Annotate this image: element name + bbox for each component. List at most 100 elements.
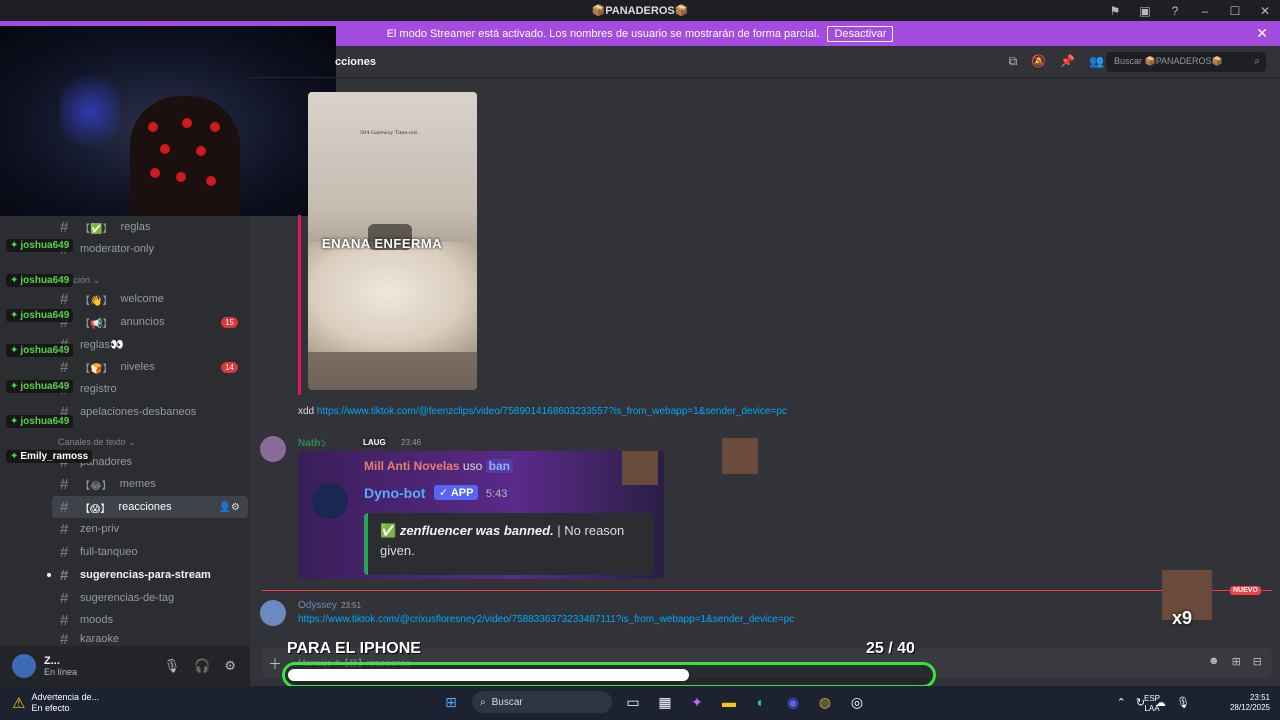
channel-sugerencias-tag[interactable]: # sugerencias-de-tag bbox=[52, 587, 248, 609]
category-label[interactable]: Canales de texto ⌄ bbox=[58, 437, 136, 448]
channel-sugerencias-stream[interactable]: # sugerencias-para-stream bbox=[52, 564, 248, 586]
edge-icon[interactable]: ◐ bbox=[750, 691, 772, 713]
channel-niveles[interactable]: # 【🍞】 niveles 14 bbox=[52, 356, 248, 378]
chrome-icon[interactable]: ◎ bbox=[846, 691, 868, 713]
message-link[interactable]: https://www.tiktok.com/@feenzclips/video… bbox=[317, 406, 787, 417]
clock[interactable]: 23:51 28/12/2025 bbox=[1230, 693, 1270, 713]
warning-icon: ⚠ bbox=[12, 695, 26, 712]
search-icon: ⌕ bbox=[480, 696, 486, 708]
stream-chat-user: ✦ Emily_ramoss bbox=[6, 450, 93, 463]
window-title: 📦PANADEROS📦 bbox=[591, 5, 689, 17]
channel-reacciones[interactable]: # 【😱】 reacciones 👤⚙ bbox=[52, 496, 248, 518]
message-time: 5:43 bbox=[486, 488, 508, 500]
avatar[interactable] bbox=[260, 600, 286, 626]
light-glow bbox=[60, 66, 120, 156]
search-icon: ⌕ bbox=[1254, 56, 1260, 67]
titlebar-controls: ⚑ ▣ ? – ☐ ✕ bbox=[1100, 0, 1280, 21]
message-text: xdd https://www.tiktok.com/@feenzclips/v… bbox=[298, 406, 787, 417]
search-input[interactable]: Buscar 📦PANADEROS📦 ⌕ bbox=[1106, 51, 1266, 72]
task-view-icon[interactable]: ▭ bbox=[622, 691, 644, 713]
pin-icon[interactable]: 📌 bbox=[1060, 54, 1075, 69]
microphone-icon[interactable]: 🎙 bbox=[164, 658, 181, 674]
taskbar-search[interactable]: ⌕ Buscar bbox=[472, 691, 612, 713]
channel-anuncios[interactable]: # 【📢】 anuncios 15 bbox=[52, 311, 248, 333]
add-attachment-icon[interactable]: ＋ bbox=[268, 654, 282, 674]
channel-apelaciones[interactable]: # apelaciones-desbaneos bbox=[52, 401, 248, 423]
mask-dot bbox=[206, 176, 216, 186]
stream-chat-user: ✦ joshua649 bbox=[6, 415, 74, 428]
close-banner-icon[interactable]: ✕ bbox=[1256, 25, 1268, 42]
taskbar: ⚠ Advertencia de... En efecto ⊞ ⌕ Buscar ▭… bbox=[0, 686, 1280, 720]
gift-icon[interactable]: ☻ bbox=[1208, 655, 1220, 668]
screen-icon[interactable]: ▣ bbox=[1130, 4, 1160, 18]
ban-card: ✅ zenfluencer was banned. | No reason gi… bbox=[364, 513, 654, 575]
headphones-icon[interactable]: 🎧 bbox=[194, 658, 210, 674]
inbox-icon[interactable]: ⚑ bbox=[1100, 4, 1130, 18]
channel-memes[interactable]: # 【😂】 memes bbox=[52, 473, 248, 495]
emoji-icon[interactable]: ⊟ bbox=[1253, 655, 1262, 668]
mention-badge: 15 bbox=[221, 316, 238, 328]
settings-icon[interactable]: ⚙ bbox=[224, 658, 236, 674]
discord-icon[interactable]: ◉ bbox=[782, 691, 804, 713]
avatar bbox=[312, 483, 348, 519]
app-badge: ✓ APP bbox=[434, 485, 479, 500]
start-icon[interactable]: ⊞ bbox=[440, 691, 462, 713]
mask-dot bbox=[160, 144, 170, 154]
banner-message: El modo Streamer está activado. Los nomb… bbox=[386, 27, 820, 40]
mask-dot bbox=[210, 122, 220, 132]
channel-reglas-eyes[interactable]: #reglas👀 bbox=[52, 333, 248, 355]
weather-widget[interactable]: ⚠ Advertencia de... En efecto bbox=[12, 692, 99, 714]
channel-moderator-only[interactable]: #moderator-only bbox=[52, 238, 248, 260]
channel-welcome[interactable]: # 【👋】 welcome bbox=[52, 288, 248, 310]
goal-label: PARA EL IPHONE bbox=[287, 640, 421, 657]
channel-reglas[interactable]: # 【✅】 reglas bbox=[52, 216, 248, 238]
channel-header: cciones ⧉ 🔕 📌 👥 Buscar 📦PANADEROS📦 ⌕ bbox=[250, 46, 1280, 78]
message-author[interactable]: Odyssey bbox=[298, 600, 337, 611]
guild-tag: LAUG bbox=[360, 437, 389, 448]
app-icon[interactable]: ◍ bbox=[814, 691, 836, 713]
mention-badge: 14 bbox=[221, 361, 238, 373]
close-window-icon[interactable]: ✕ bbox=[1250, 4, 1280, 18]
channel-moods[interactable]: # moods bbox=[52, 609, 248, 631]
minimize-icon[interactable]: – bbox=[1190, 4, 1220, 18]
goal-progress-bar bbox=[282, 662, 936, 688]
channel-zen-priv[interactable]: # zen-priv bbox=[52, 518, 248, 540]
video-caption: ENANA ENFERMA bbox=[322, 236, 443, 251]
chevron-up-icon[interactable]: ⌃ bbox=[1117, 696, 1126, 709]
channel-settings-icon[interactable]: 👤⚙ bbox=[219, 502, 240, 513]
avatar[interactable] bbox=[12, 654, 36, 678]
threads-icon[interactable]: ⧉ bbox=[1009, 54, 1018, 69]
folder-icon[interactable]: ▬ bbox=[718, 691, 740, 713]
streamer-figure bbox=[130, 96, 240, 216]
reaction-sticker bbox=[722, 438, 758, 474]
stream-chat-user: ✦ joshua649 bbox=[6, 309, 74, 322]
message-link[interactable]: https://www.tiktok.com/@crixusfloresney2… bbox=[298, 614, 794, 625]
channel-karaoke[interactable]: # karaoke bbox=[52, 632, 248, 646]
help-icon[interactable]: ? bbox=[1160, 4, 1190, 18]
goal-progress-fill bbox=[288, 669, 689, 681]
video-embed[interactable]: 504 Gateway Time-out ENANA ENFERMA bbox=[308, 92, 477, 390]
mask-dot bbox=[150, 168, 160, 178]
mask-dot bbox=[196, 146, 206, 156]
apps-icon[interactable]: ⊞ bbox=[1232, 655, 1241, 668]
copilot-icon[interactable]: ✦ bbox=[686, 691, 708, 713]
deactivate-button[interactable]: Desactivar bbox=[827, 25, 894, 42]
stream-reaction-overlay: x9 bbox=[1162, 570, 1212, 628]
stream-accent-line bbox=[298, 215, 301, 395]
channel-registro[interactable]: #registro bbox=[52, 378, 248, 400]
stream-chat-user: ✦ joshua649 bbox=[6, 274, 74, 287]
mic-tray-icon[interactable]: 🎙 bbox=[1176, 696, 1190, 709]
stream-chat-user: ✦ joshua649 bbox=[6, 344, 74, 357]
channel-full-tanqueo[interactable]: # full-tanqueo bbox=[52, 541, 248, 563]
language-indicator[interactable]: ESP LAA bbox=[1144, 694, 1160, 714]
maximize-icon[interactable]: ☐ bbox=[1220, 4, 1250, 18]
video-scene bbox=[308, 242, 477, 352]
store-icon[interactable]: ▦ bbox=[654, 691, 676, 713]
mask-dot bbox=[176, 172, 186, 182]
message-time: 23:46 bbox=[401, 438, 422, 447]
bot-name: Dyno-bot bbox=[364, 485, 426, 501]
members-icon[interactable]: 👥 bbox=[1089, 54, 1104, 69]
notifications-icon[interactable]: 🔕 bbox=[1031, 54, 1046, 69]
avatar[interactable] bbox=[260, 436, 286, 462]
shared-message-embed: Mill Anti Novelas uso ban Dyno-bot ✓ APP… bbox=[298, 451, 664, 579]
